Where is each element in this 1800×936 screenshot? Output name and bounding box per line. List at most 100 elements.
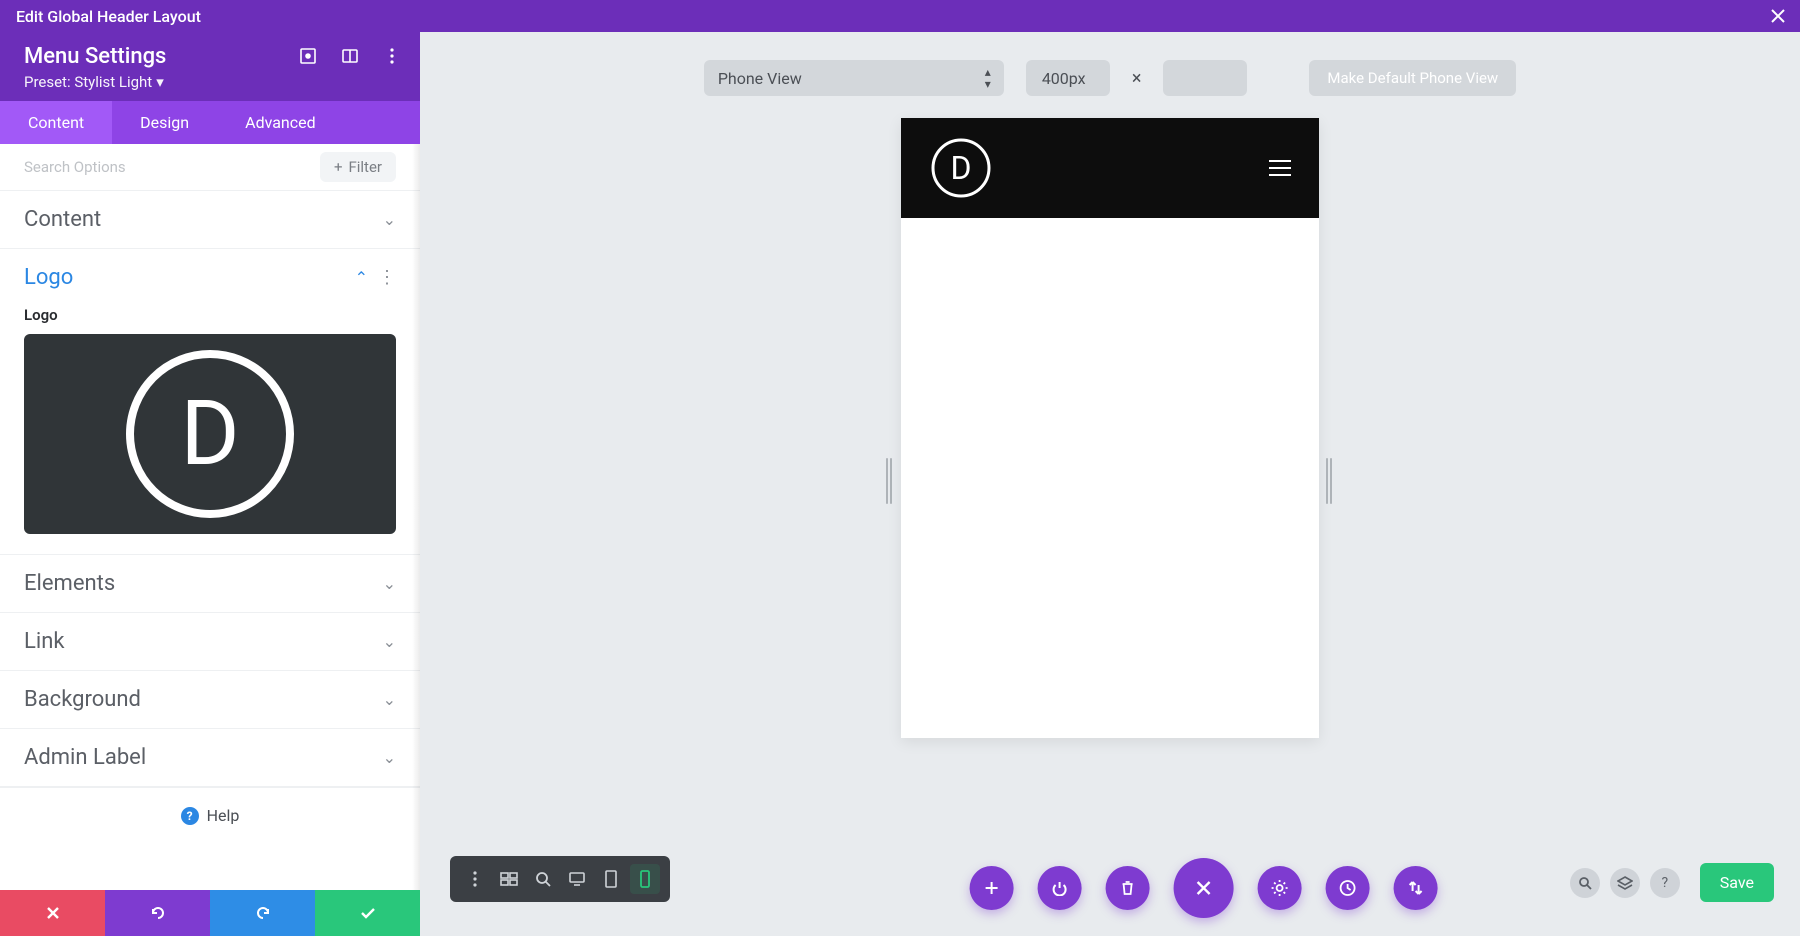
top-bar-title: Edit Global Header Layout bbox=[16, 7, 201, 26]
tab-advanced[interactable]: Advanced bbox=[217, 101, 344, 144]
sidebar-header: Menu Settings Preset: Stylist Light ▾ bbox=[0, 32, 420, 101]
section-link: Link ⌄ bbox=[0, 613, 420, 671]
trash-icon bbox=[1121, 880, 1135, 896]
canvas-topbar: Phone View ▴▾ 400px × Make Default Phone… bbox=[420, 32, 1800, 118]
tablet-view-button[interactable] bbox=[596, 864, 626, 894]
bottom-right-bar: ? Save bbox=[1570, 863, 1774, 902]
help-row[interactable]: ? Help bbox=[0, 787, 420, 851]
responsive-icon[interactable] bbox=[298, 46, 318, 66]
undo-button[interactable] bbox=[105, 890, 210, 936]
top-bar: Edit Global Header Layout bbox=[0, 0, 1800, 32]
device-wrap: D bbox=[420, 118, 1800, 738]
hamburger-icon-bar bbox=[1269, 167, 1291, 169]
help-label: Help bbox=[207, 806, 240, 825]
more-icon bbox=[473, 871, 477, 887]
caret-down-icon: ▾ bbox=[156, 73, 164, 91]
save-button[interactable]: Save bbox=[1700, 863, 1774, 902]
clock-icon bbox=[1339, 879, 1357, 897]
header-icon-group bbox=[298, 46, 402, 66]
zoom-icon bbox=[535, 871, 551, 887]
search-input[interactable]: Search Options bbox=[24, 158, 126, 176]
phone-view-button[interactable] bbox=[630, 864, 660, 894]
view-toolbar bbox=[450, 856, 670, 902]
columns-icon[interactable] bbox=[340, 46, 360, 66]
select-caret-icon: ▴▾ bbox=[985, 66, 990, 90]
add-button[interactable] bbox=[970, 866, 1014, 910]
chevron-down-icon: ⌄ bbox=[383, 748, 396, 767]
zoom-button[interactable] bbox=[528, 864, 558, 894]
section-elements: Elements ⌄ bbox=[0, 555, 420, 613]
layers-icon bbox=[1617, 876, 1633, 890]
search-circle-button[interactable] bbox=[1570, 868, 1600, 898]
power-button[interactable] bbox=[1038, 866, 1082, 910]
plus-icon: + bbox=[334, 158, 343, 176]
layers-button[interactable] bbox=[1610, 868, 1640, 898]
view-select[interactable]: Phone View ▴▾ bbox=[704, 60, 1004, 96]
tab-design[interactable]: Design bbox=[112, 101, 217, 144]
make-default-button[interactable]: Make Default Phone View bbox=[1309, 60, 1516, 96]
close-icon bbox=[1194, 878, 1214, 898]
section-admin-label-header[interactable]: Admin Label ⌄ bbox=[0, 729, 420, 786]
wireframe-view-button[interactable] bbox=[494, 864, 524, 894]
section-admin-label-title: Admin Label bbox=[24, 745, 146, 770]
make-default-label: Make Default Phone View bbox=[1327, 69, 1498, 87]
height-input[interactable] bbox=[1163, 60, 1247, 96]
filter-button[interactable]: + Filter bbox=[320, 152, 396, 182]
close-button[interactable] bbox=[1768, 6, 1788, 26]
settings-panel[interactable]: Search Options + Filter Content ⌄ Logo ⌃… bbox=[0, 144, 420, 890]
section-elements-title: Elements bbox=[24, 571, 115, 596]
history-button[interactable] bbox=[1326, 866, 1370, 910]
section-background: Background ⌄ bbox=[0, 671, 420, 729]
tabs: Content Design Advanced bbox=[0, 101, 420, 144]
toolbar-more-button[interactable] bbox=[460, 864, 490, 894]
portability-button[interactable] bbox=[1394, 866, 1438, 910]
trash-button[interactable] bbox=[1106, 866, 1150, 910]
search-icon bbox=[1578, 876, 1592, 890]
wireframe-icon bbox=[500, 872, 518, 886]
close-icon bbox=[46, 906, 60, 920]
tab-content[interactable]: Content bbox=[0, 101, 112, 144]
section-logo-header[interactable]: Logo ⌃ ⋮ bbox=[0, 249, 420, 306]
filter-label: Filter bbox=[348, 158, 382, 176]
section-content: Content ⌄ bbox=[0, 191, 420, 249]
preset-selector[interactable]: Preset: Stylist Light ▾ bbox=[24, 73, 396, 91]
section-elements-header[interactable]: Elements ⌄ bbox=[0, 555, 420, 612]
resize-handle-right[interactable] bbox=[1326, 458, 1334, 504]
check-icon bbox=[359, 904, 377, 922]
svg-text:D: D bbox=[180, 381, 239, 486]
section-content-title: Content bbox=[24, 207, 101, 232]
plus-icon bbox=[984, 880, 1000, 896]
cancel-button[interactable] bbox=[0, 890, 105, 936]
section-logo-title: Logo bbox=[24, 265, 73, 290]
close-builder-button[interactable] bbox=[1174, 858, 1234, 918]
section-content-header[interactable]: Content ⌄ bbox=[0, 191, 420, 248]
desktop-view-button[interactable] bbox=[562, 864, 592, 894]
logo-body: Logo D bbox=[0, 306, 420, 554]
dimension-separator: × bbox=[1132, 68, 1142, 89]
section-background-header[interactable]: Background ⌄ bbox=[0, 671, 420, 728]
logo-preview[interactable]: D bbox=[24, 334, 396, 534]
resize-handle-left[interactable] bbox=[886, 458, 894, 504]
save-label: Save bbox=[1720, 873, 1754, 892]
gear-icon bbox=[1271, 879, 1289, 897]
builder-action-bar bbox=[970, 858, 1438, 918]
width-value: 400px bbox=[1042, 69, 1086, 88]
section-background-title: Background bbox=[24, 687, 141, 712]
desktop-icon bbox=[568, 871, 586, 887]
redo-icon bbox=[254, 904, 272, 922]
hamburger-menu-button[interactable] bbox=[1269, 160, 1291, 176]
chevron-up-icon: ⌃ bbox=[355, 268, 368, 287]
view-select-value: Phone View bbox=[718, 69, 802, 88]
confirm-button[interactable] bbox=[315, 890, 420, 936]
help-icon: ? bbox=[181, 807, 199, 825]
section-more-icon[interactable]: ⋮ bbox=[378, 269, 396, 287]
width-input[interactable]: 400px bbox=[1026, 60, 1110, 96]
canvas: Phone View ▴▾ 400px × Make Default Phone… bbox=[420, 32, 1800, 936]
redo-button[interactable] bbox=[210, 890, 315, 936]
hamburger-icon-bar bbox=[1269, 174, 1291, 176]
hamburger-icon-bar bbox=[1269, 160, 1291, 162]
section-link-header[interactable]: Link ⌄ bbox=[0, 613, 420, 670]
more-icon[interactable] bbox=[382, 46, 402, 66]
help-circle-button[interactable]: ? bbox=[1650, 868, 1680, 898]
settings-button[interactable] bbox=[1258, 866, 1302, 910]
